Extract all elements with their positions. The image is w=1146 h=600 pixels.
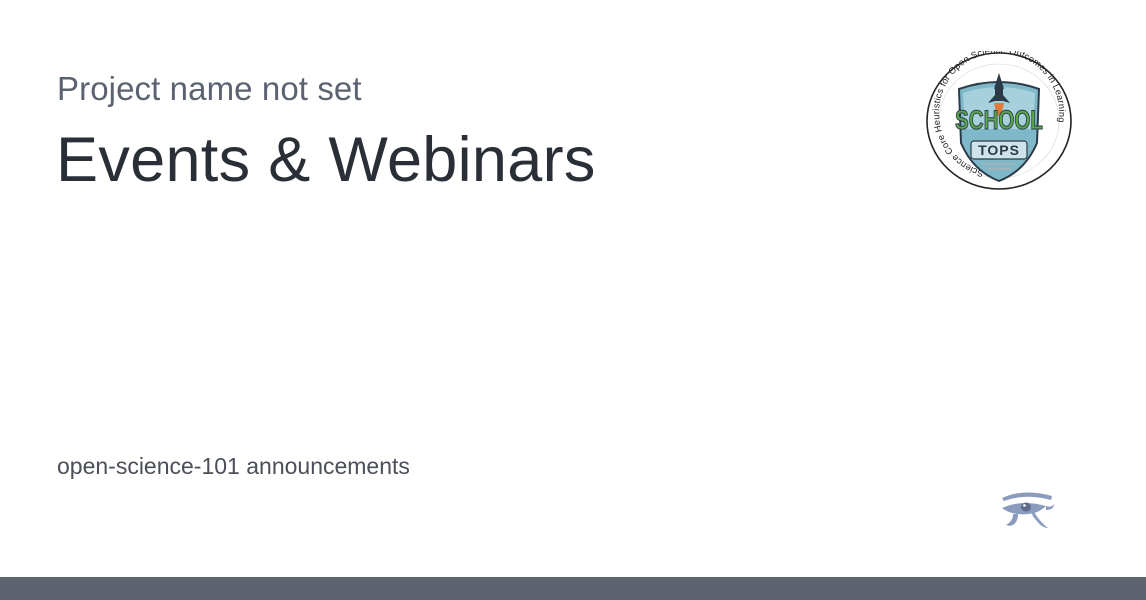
page-subtitle: open-science-101 announcements (57, 453, 410, 479)
footer-bar (0, 577, 1146, 600)
project-name: Project name not set (57, 70, 362, 107)
logo-word-bottom: TOPS (978, 142, 1020, 158)
page-title: Events & Webinars (56, 125, 596, 195)
eye-of-horus-icon (1002, 492, 1054, 528)
school-tops-logo-icon: Science Core Heuristics for Open Science… (926, 51, 1072, 190)
logo-word-top: SCHOOL (955, 105, 1043, 135)
social-card: Project name not set Events & Webinars o… (0, 0, 1146, 600)
